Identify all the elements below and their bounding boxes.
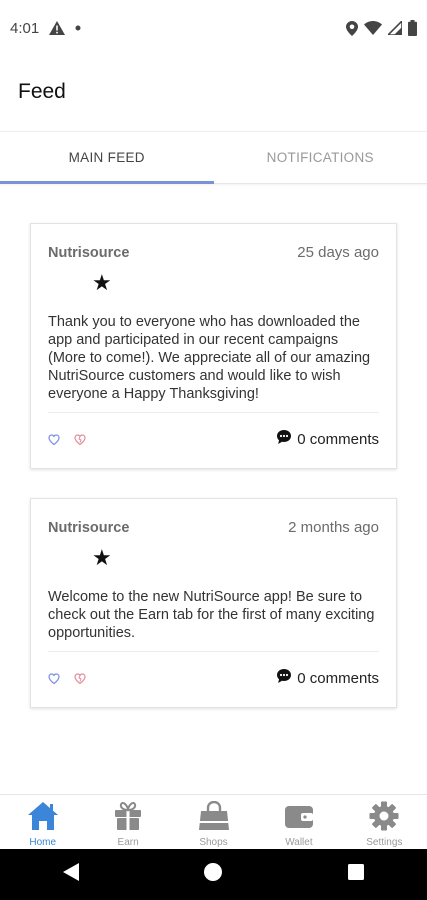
alert-icon: [49, 21, 66, 35]
comments-button[interactable]: 0 comments: [276, 429, 379, 449]
status-right: [346, 20, 417, 36]
recents-square-icon: [347, 863, 365, 886]
gear-icon: [369, 801, 399, 836]
back-triangle-icon: [62, 862, 80, 887]
shopping-bag-icon: [197, 800, 231, 836]
tab-main-feed[interactable]: MAIN FEED: [0, 132, 214, 184]
tab-bar: MAIN FEED NOTIFICATIONS: [0, 131, 427, 184]
wifi-icon: [364, 21, 382, 35]
post-header: Nutrisource 2 months ago: [48, 519, 379, 536]
post-body: Thank you to everyone who has downloaded…: [48, 314, 371, 402]
post-date: 2 months ago: [288, 519, 379, 536]
feed-screen: 4:01 Feed MAIN FEED NOTIFICATIONS Nutris…: [0, 0, 427, 900]
status-bar: 4:01: [0, 0, 427, 56]
comments-count: 0 comments: [297, 430, 379, 448]
nav-label: Shops: [199, 837, 228, 848]
home-system-button[interactable]: [183, 855, 243, 895]
post-card: Nutrisource 2 months ago ★ Welcome to th…: [30, 498, 397, 708]
comment-bubble-icon: [276, 429, 292, 449]
status-time: 4:01: [10, 19, 40, 37]
post-date: 25 days ago: [297, 244, 379, 261]
post-body: Welcome to the new NutriSource app! Be s…: [48, 589, 375, 641]
nav-label: Wallet: [285, 837, 313, 848]
wallet-icon: [284, 801, 314, 836]
recents-button[interactable]: [326, 855, 386, 895]
post-author: Nutrisource: [48, 244, 130, 261]
post-author: Nutrisource: [48, 519, 130, 536]
reaction-buttons: [48, 672, 86, 684]
nav-label: Earn: [117, 837, 139, 848]
back-button[interactable]: [41, 855, 101, 895]
nav-label: Settings: [366, 837, 403, 848]
home-circle-icon: [203, 862, 223, 887]
comment-bubble-icon: [276, 668, 292, 688]
bottom-nav: Home Earn Shops Wallet Settings: [0, 794, 427, 850]
status-left: 4:01: [10, 20, 81, 37]
star-icon: ★: [92, 270, 112, 295]
home-icon: [27, 801, 59, 836]
tab-notifications[interactable]: NOTIFICATIONS: [214, 132, 427, 183]
comments-count: 0 comments: [297, 669, 379, 687]
nav-label: Home: [29, 837, 57, 848]
dislike-heart-icon[interactable]: [74, 672, 86, 684]
like-heart-icon[interactable]: [48, 433, 60, 445]
star-icon: ★: [92, 545, 112, 570]
nav-settings[interactable]: Settings: [342, 795, 427, 850]
nav-shops[interactable]: Shops: [171, 795, 256, 850]
system-nav-bar: [0, 849, 427, 900]
signal-icon: [388, 21, 402, 35]
like-heart-icon[interactable]: [48, 672, 60, 684]
reaction-buttons: [48, 433, 86, 445]
battery-icon: [408, 20, 417, 36]
nav-home[interactable]: Home: [0, 795, 85, 850]
post-header: Nutrisource 25 days ago: [48, 244, 379, 261]
dislike-heart-icon[interactable]: [74, 433, 86, 445]
post-card: Nutrisource 25 days ago ★ Thank you to e…: [30, 223, 397, 469]
nav-wallet[interactable]: Wallet: [256, 795, 341, 850]
post-actions: 0 comments: [48, 413, 379, 465]
nav-earn[interactable]: Earn: [85, 795, 170, 850]
page-title: Feed: [18, 80, 66, 103]
dot-icon: [75, 25, 81, 31]
post-actions: 0 comments: [48, 652, 379, 704]
comments-button[interactable]: 0 comments: [276, 668, 379, 688]
location-icon: [346, 20, 358, 36]
gift-icon: [114, 801, 142, 836]
